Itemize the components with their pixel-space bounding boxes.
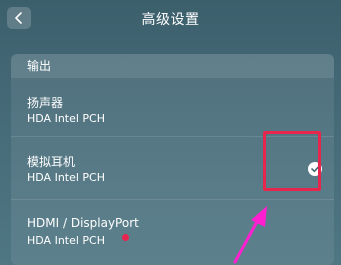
device-detail: HDA Intel PCH — [27, 112, 106, 125]
device-name: 模拟耳机 — [27, 155, 76, 169]
device-row-speaker[interactable]: 扬声器 HDA Intel PCH — [11, 78, 334, 136]
header-bar: 高级设置 — [0, 0, 341, 38]
section-header-output: 输出 — [11, 54, 334, 78]
device-detail: HDA Intel PCH — [27, 234, 106, 247]
device-name: HDMI / DisplayPort — [27, 216, 139, 230]
page-title: 高级设置 — [141, 12, 200, 28]
device-row-hdmi[interactable]: HDMI / DisplayPort HDA Intel PCH — [11, 200, 334, 265]
device-detail: HDA Intel PCH — [27, 171, 106, 184]
device-name: 扬声器 — [27, 96, 64, 110]
arrow-annotation-icon — [233, 206, 267, 264]
highlight-box-annotation — [263, 131, 321, 191]
marker-dot-annotation — [122, 234, 129, 241]
